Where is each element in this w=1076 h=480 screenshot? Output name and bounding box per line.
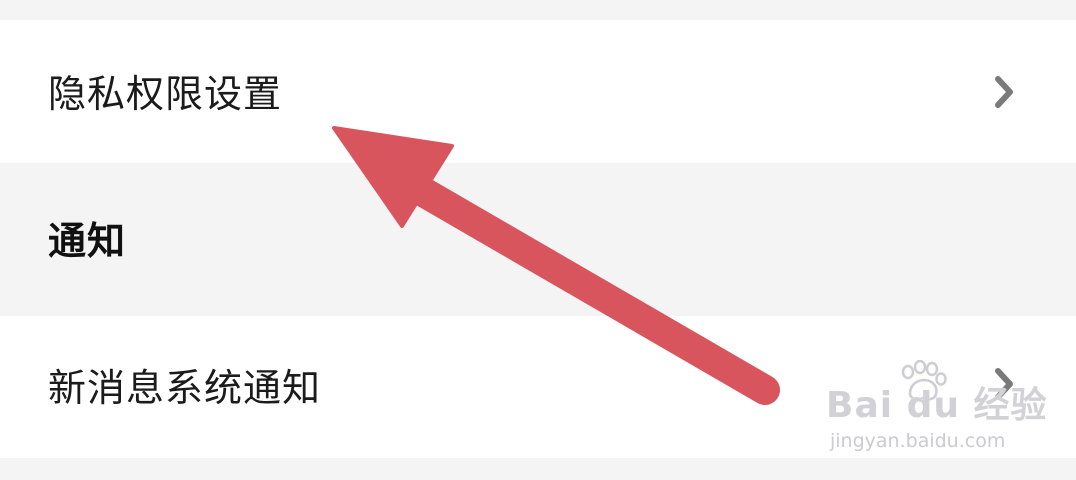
- watermark-logo-text: Bai du 经验: [826, 385, 1048, 426]
- privacy-settings-label: 隐私权限设置: [48, 72, 283, 116]
- watermark-url-text: jingyan.baidu.com: [830, 430, 1006, 452]
- new-message-notification-label: 新消息系统通知: [48, 366, 322, 410]
- baidu-jingyan-watermark: Bai du 经验 jingyan.baidu.com: [826, 359, 1047, 460]
- privacy-settings-row[interactable]: 隐私权限设置: [0, 20, 1076, 163]
- bottom-spacer: [0, 458, 1076, 480]
- top-spacer: [0, 0, 1076, 20]
- notification-section-header: 通知: [0, 163, 1076, 316]
- notification-section-title: 通知: [48, 219, 127, 263]
- chevron-right-icon: [992, 72, 1018, 112]
